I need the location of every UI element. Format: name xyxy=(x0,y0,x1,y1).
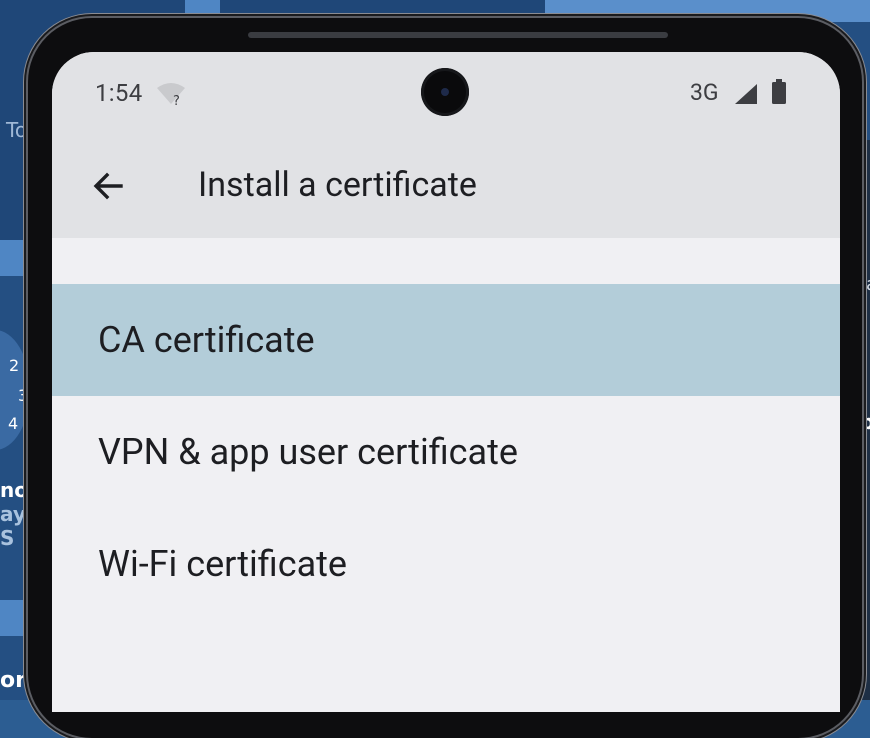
list-item-ca-certificate[interactable]: CA certificate xyxy=(52,284,840,396)
bg-fragment-s: S xyxy=(0,526,15,550)
certificate-type-list: CA certificate VPN & app user certificat… xyxy=(52,284,840,620)
bg-fragment-2: 2 xyxy=(9,356,20,375)
bg-fragment-no: no xyxy=(0,478,28,502)
bg-fragment-on: on xyxy=(0,668,31,693)
svg-text:?: ? xyxy=(173,94,180,106)
list-item-wifi-certificate[interactable]: Wi-Fi certificate xyxy=(52,508,840,620)
list-item-label: Wi-Fi certificate xyxy=(98,543,348,585)
back-button[interactable] xyxy=(82,160,134,212)
arrow-back-icon xyxy=(93,172,123,200)
bg-fragment-3: 3 xyxy=(18,386,29,405)
phone-screen: 1:54 ? 3G Install a certificate CA certi… xyxy=(52,52,840,712)
list-item-vpn-app-user-certificate[interactable]: VPN & app user certificate xyxy=(52,396,840,508)
cell-signal-icon xyxy=(733,82,759,110)
bg-fragment-la: la xyxy=(861,274,870,295)
status-time: 1:54 xyxy=(95,79,143,107)
bg-fragment-ay: ay xyxy=(0,502,26,526)
list-item-label: CA certificate xyxy=(98,319,315,361)
bg-fragment-4: 4 xyxy=(8,414,19,433)
front-camera xyxy=(421,68,469,116)
bg-fragment-to: To xyxy=(6,118,28,142)
phone-speaker-strip xyxy=(248,32,668,38)
list-item-label: VPN & app user certificate xyxy=(98,431,518,473)
page-title: Install a certificate xyxy=(198,165,477,205)
wifi-unknown-icon: ? xyxy=(156,82,186,110)
app-bar: 1:54 ? 3G Install a certificate xyxy=(52,52,840,238)
battery-icon xyxy=(771,79,787,109)
network-type: 3G xyxy=(690,79,719,106)
